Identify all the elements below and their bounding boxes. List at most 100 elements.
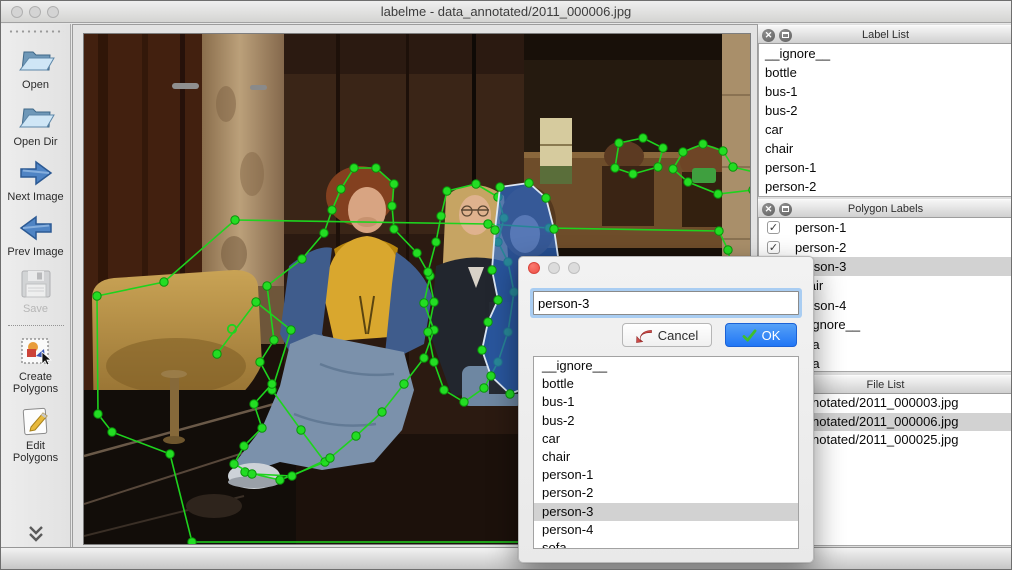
polygon-vertex[interactable] [187, 537, 197, 544]
polygon-vertex[interactable] [486, 371, 496, 381]
polygon-vertex[interactable] [257, 423, 267, 433]
polygon-vertex[interactable] [336, 184, 346, 194]
polygon-vertex[interactable] [668, 164, 678, 174]
polygon-vertex[interactable] [505, 389, 515, 399]
toolbar-button-prev-image[interactable]: Prev Image [3, 213, 69, 258]
polygon-vertex[interactable] [419, 298, 429, 308]
label-list-item[interactable]: car [759, 120, 1011, 139]
polygon-vertex[interactable] [638, 133, 648, 143]
polygon-vertex[interactable] [296, 425, 306, 435]
label-list-item[interactable]: person-2 [759, 177, 1011, 196]
polygon-vertex[interactable] [439, 385, 449, 395]
dialog-maximize-button[interactable] [568, 262, 580, 274]
polygon-vertex[interactable] [628, 169, 638, 179]
polygon-vertex[interactable] [349, 163, 359, 173]
polygon-vertex[interactable] [412, 248, 422, 258]
polygon-vertex[interactable] [490, 225, 500, 235]
polygon-vertex[interactable] [713, 189, 723, 199]
polygon-vertex[interactable] [423, 327, 433, 337]
polygon-vertex[interactable] [230, 215, 240, 225]
polygon-vertex[interactable] [728, 162, 738, 172]
polygon-vertex[interactable] [107, 427, 117, 437]
dialog-label-item[interactable]: person-3 [534, 502, 798, 521]
dialog-close-button[interactable] [528, 262, 540, 274]
polygon-vertex[interactable] [297, 254, 307, 264]
polygon-vertex[interactable] [92, 291, 102, 301]
polygon-vertex[interactable] [389, 179, 399, 189]
polygon-vertex[interactable] [653, 162, 663, 172]
polygon-vertex[interactable] [429, 297, 439, 307]
dialog-label-item[interactable]: chair [534, 448, 798, 466]
polygon-vertex[interactable] [614, 138, 624, 148]
polygon-vertex[interactable] [377, 407, 387, 417]
toolbar-button-open-dir[interactable]: Open Dir [3, 101, 69, 148]
minimize-window-button[interactable] [29, 6, 41, 18]
polygon-vertex[interactable] [262, 281, 272, 291]
polygon-vertex[interactable] [658, 143, 668, 153]
polygon-vertex[interactable] [723, 245, 733, 255]
dialog-label-item[interactable]: bus-1 [534, 393, 798, 411]
polygon-vertex[interactable] [165, 449, 175, 459]
polygon-vertex[interactable] [287, 471, 297, 481]
polygon-vertex[interactable] [698, 139, 708, 149]
visibility-checkbox[interactable]: ✓ [767, 240, 780, 254]
dialog-label-item[interactable]: __ignore__ [534, 357, 798, 375]
dialog-label-item[interactable]: person-1 [534, 466, 798, 484]
polygon-vertex[interactable] [549, 224, 559, 234]
polygon-vertex[interactable] [389, 224, 399, 234]
polygon-vertex[interactable] [325, 453, 335, 463]
polygon-vertex[interactable] [483, 219, 493, 229]
dialog-minimize-button[interactable] [548, 262, 560, 274]
label-name-input[interactable] [533, 291, 799, 315]
polygon-vertex[interactable] [275, 475, 285, 485]
toolbar-button-next-image[interactable]: Next Image [3, 158, 69, 203]
polygon-vertex[interactable] [429, 357, 439, 367]
polygon-vertex[interactable] [251, 297, 261, 307]
cancel-button[interactable]: Cancel [622, 323, 712, 347]
polygon-vertex[interactable] [477, 345, 487, 355]
polygon-vertex[interactable] [249, 399, 259, 409]
polygon-vertex[interactable] [493, 295, 503, 305]
dialog-label-item[interactable]: bus-2 [534, 412, 798, 430]
polygon-vertex[interactable] [351, 431, 361, 441]
polygon-vertex[interactable] [399, 379, 409, 389]
polygon-vertex[interactable] [247, 469, 257, 479]
polygon-vertex[interactable] [212, 349, 222, 359]
polygon-vertex[interactable] [436, 211, 446, 221]
polygon-vertex[interactable] [479, 383, 489, 393]
polygon-vertex[interactable] [387, 201, 397, 211]
polygon-vertex[interactable] [419, 353, 429, 363]
polygon-vertex[interactable] [471, 179, 481, 189]
polygon-vertex[interactable] [239, 441, 249, 451]
toolbar-drag-handle[interactable] [7, 29, 64, 34]
toolbar-button-create-polygons[interactable]: Create Polygons [3, 336, 69, 395]
polygon-vertex[interactable] [683, 177, 693, 187]
polygon-vertex[interactable] [487, 265, 497, 275]
polygon-vertex[interactable] [442, 186, 452, 196]
polygon-vertex[interactable] [459, 397, 469, 407]
polygon-vertex[interactable] [483, 317, 493, 327]
polygon-vertex[interactable] [255, 357, 265, 367]
toolbar-button-edit-polygons[interactable]: Edit Polygons [3, 405, 69, 464]
dialog-label-item[interactable]: person-2 [534, 484, 798, 502]
polygon-vertex[interactable] [495, 182, 505, 192]
polygon-vertex[interactable] [229, 459, 239, 469]
label-list-item[interactable]: bus-2 [759, 101, 1011, 120]
polygon-vertex[interactable] [269, 335, 279, 345]
label-list-item[interactable]: chair [759, 139, 1011, 158]
polygon-label-item[interactable]: ✓ person-1 [759, 218, 1011, 237]
toolbar-button-open[interactable]: Open [3, 44, 69, 91]
polygon-vertex[interactable] [678, 147, 688, 157]
dialog-label-item[interactable]: sofa [534, 539, 798, 548]
dialog-label-item[interactable]: car [534, 430, 798, 448]
dialog-label-item[interactable]: bottle [534, 375, 798, 393]
polygon-vertex[interactable] [714, 226, 724, 236]
polygon-vertex[interactable] [327, 205, 337, 215]
polygon-vertex[interactable] [286, 325, 296, 335]
maximize-window-button[interactable] [47, 6, 59, 18]
dialog-label-item[interactable]: person-4 [534, 521, 798, 539]
ok-button[interactable]: OK [725, 323, 797, 347]
polygon-label-item[interactable]: ✓ person-2 [759, 237, 1011, 256]
polygon-vertex[interactable] [267, 379, 277, 389]
polygon-vertex[interactable] [371, 163, 381, 173]
